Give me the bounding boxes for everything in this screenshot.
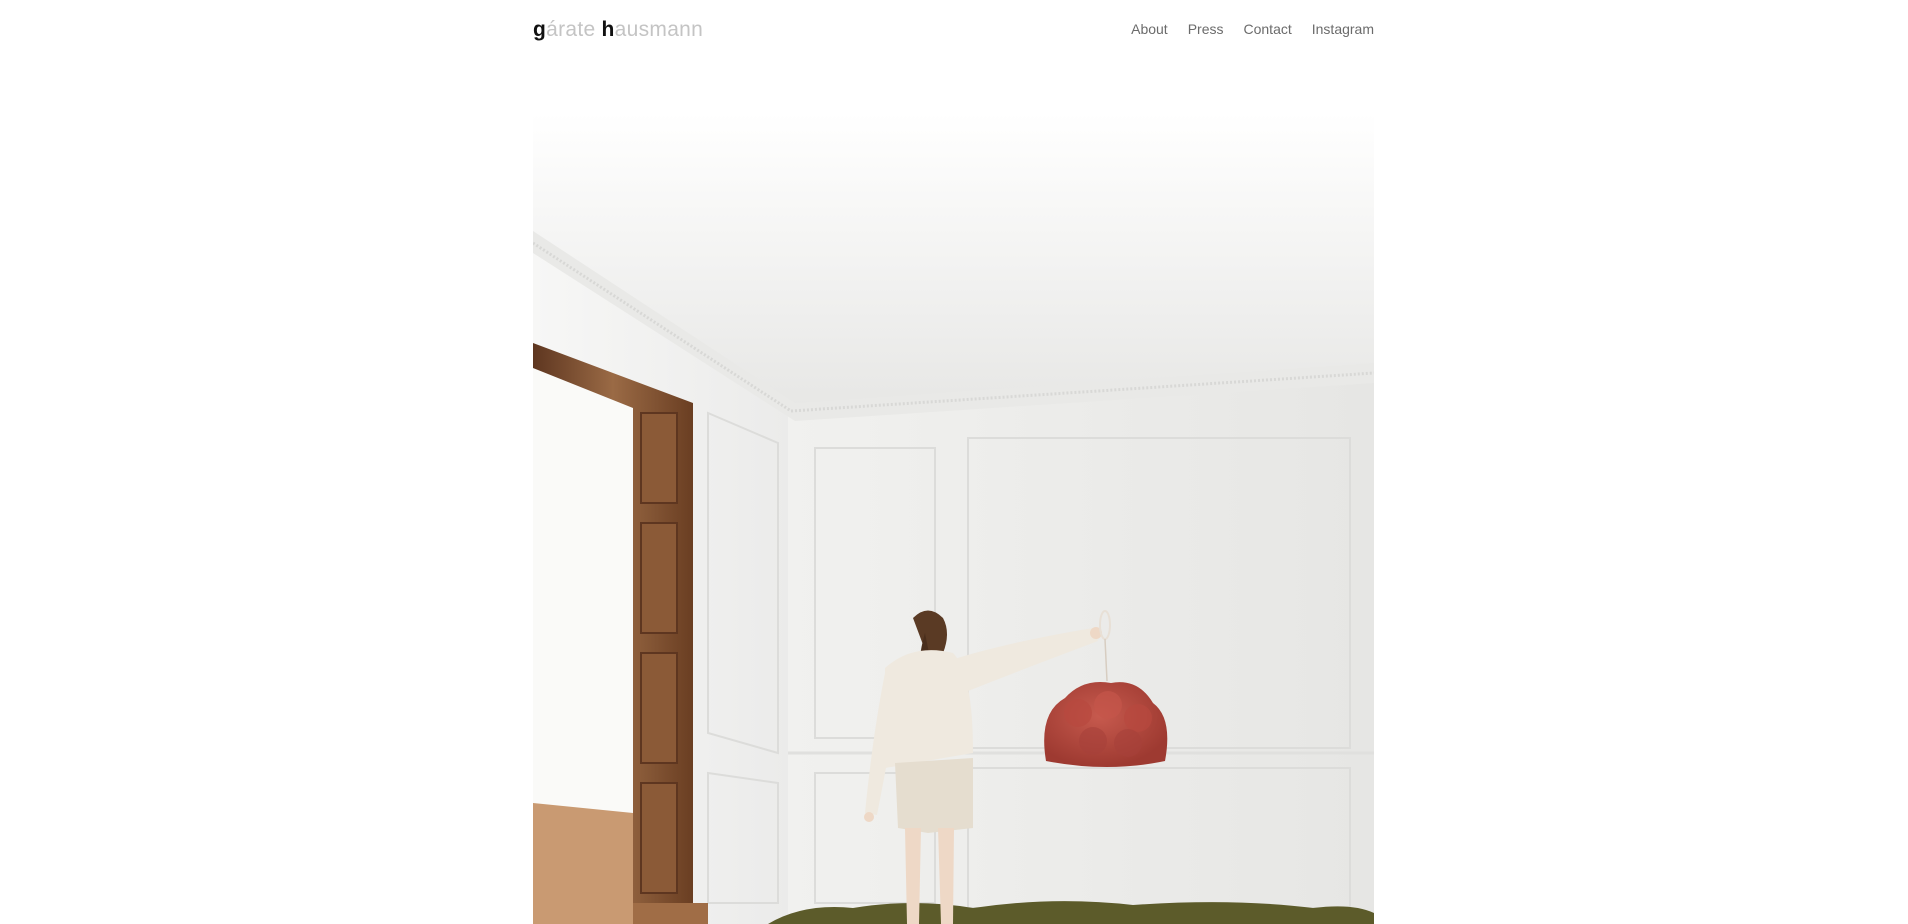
nav-link-instagram[interactable]: Instagram xyxy=(1312,20,1374,38)
hero-photo-illustration xyxy=(533,113,1374,924)
nav-link-about[interactable]: About xyxy=(1131,20,1168,38)
logo-text-first: árate xyxy=(546,18,596,41)
logo-text-second: ausmann xyxy=(614,18,704,41)
site-header: gárate hausmann About Press Contact Insta… xyxy=(533,0,1374,60)
logo-initial-h: h xyxy=(601,18,615,41)
logo-initial-g: g xyxy=(533,18,547,41)
main-nav: About Press Contact Instagram xyxy=(1131,20,1374,38)
page: gárate hausmann About Press Contact Insta… xyxy=(0,0,1908,924)
logo-link[interactable]: gárate hausmann xyxy=(533,17,703,43)
nav-link-press[interactable]: Press xyxy=(1188,20,1224,38)
hero-image xyxy=(533,113,1374,924)
nav-link-contact[interactable]: Contact xyxy=(1244,20,1292,38)
